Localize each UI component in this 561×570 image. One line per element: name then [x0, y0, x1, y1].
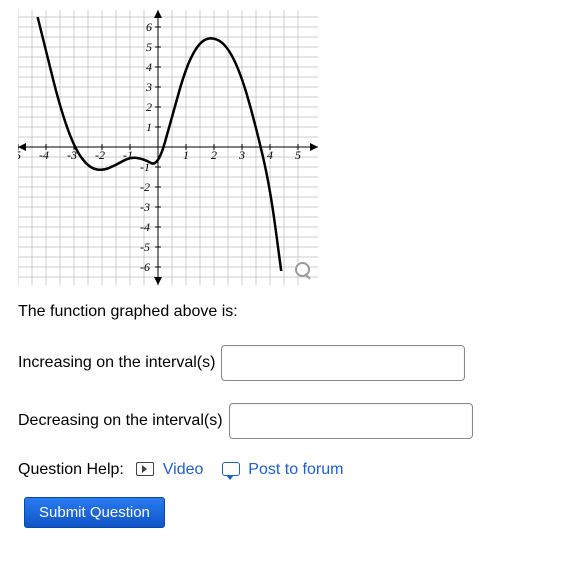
svg-text:4: 4 [267, 148, 273, 162]
svg-text:-6: -6 [140, 260, 150, 274]
svg-text:4: 4 [146, 60, 152, 74]
svg-text:-5: -5 [140, 240, 150, 254]
svg-text:3: 3 [145, 80, 152, 94]
svg-text:5: 5 [295, 148, 301, 162]
submit-button[interactable]: Submit Question [24, 497, 165, 528]
decreasing-input[interactable] [229, 403, 473, 439]
help-label: Question Help: [18, 461, 124, 478]
svg-text:2: 2 [211, 148, 217, 162]
svg-text:1: 1 [183, 148, 189, 162]
svg-text:-2: -2 [95, 148, 105, 162]
svg-text:3: 3 [238, 148, 245, 162]
svg-text:-4: -4 [39, 148, 49, 162]
svg-text:-4: -4 [140, 220, 150, 234]
svg-text:6: 6 [146, 20, 152, 34]
video-link[interactable]: Video [163, 461, 204, 478]
forum-link[interactable]: Post to forum [248, 461, 343, 478]
increasing-label: Increasing on the interval(s) [18, 354, 215, 372]
svg-text:1: 1 [146, 120, 152, 134]
decreasing-label: Decreasing on the interval(s) [18, 412, 223, 430]
forum-icon [222, 462, 240, 476]
magnify-icon[interactable] [294, 261, 312, 279]
svg-text:-3: -3 [140, 200, 150, 214]
video-icon [136, 462, 154, 476]
question-prompt: The function graphed above is: [18, 303, 543, 321]
svg-text:2: 2 [146, 100, 152, 114]
svg-text:-2: -2 [140, 180, 150, 194]
svg-text:5: 5 [146, 40, 152, 54]
function-graph: -5-4-3-2-112345 -6-5-4-3-2-1123456 [18, 10, 318, 285]
increasing-input[interactable] [221, 345, 465, 381]
svg-text:-5: -5 [18, 148, 21, 162]
